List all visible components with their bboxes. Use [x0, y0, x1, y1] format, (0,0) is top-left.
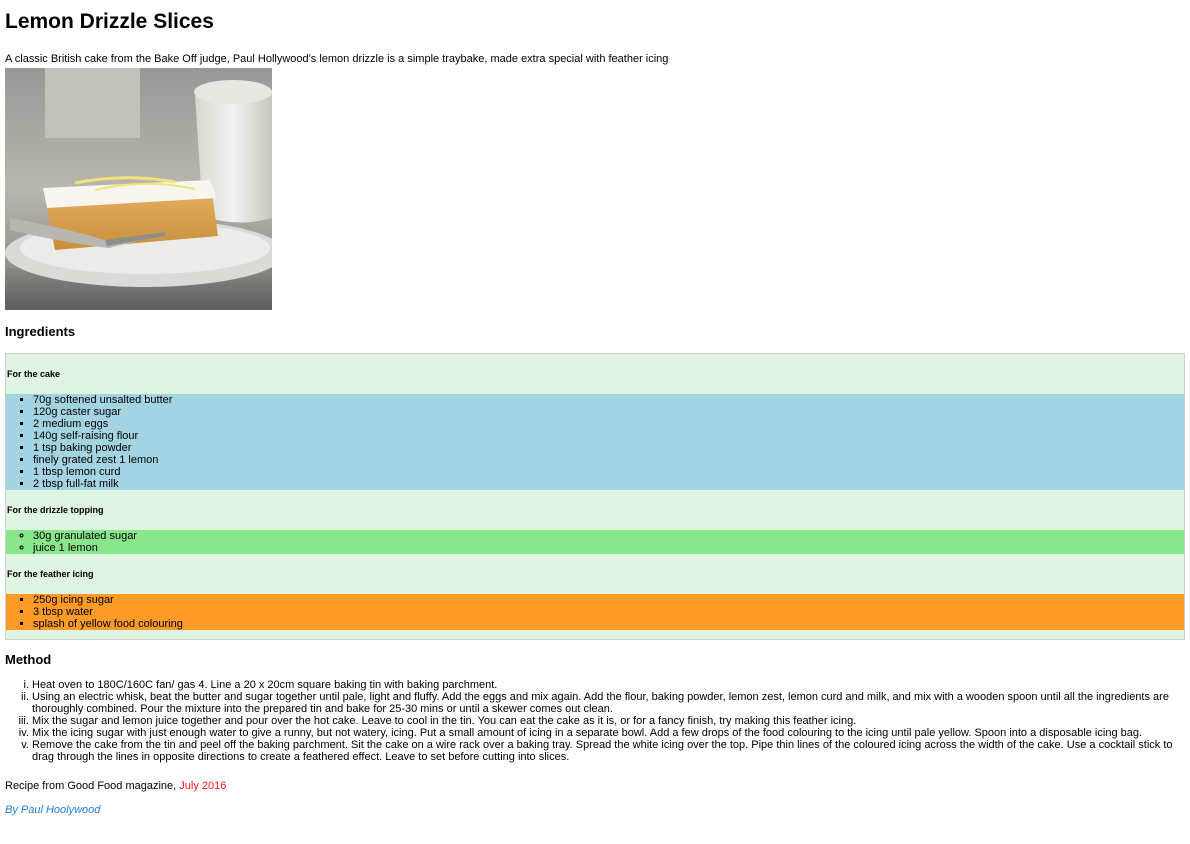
cake-ingredients-heading: For the cake: [7, 369, 61, 379]
drizzle-ingredients-list: 30g granulated sugar juice 1 lemon: [6, 530, 1184, 554]
author-byline: By Paul Hoolywood: [5, 804, 101, 816]
drizzle-ingredients-heading: For the drizzle topping: [7, 505, 104, 515]
list-item: 1 tsp baking powder: [33, 442, 1184, 454]
ingredients-box: For the cake 70g softened unsalted butte…: [5, 353, 1185, 640]
list-item: 2 medium eggs: [33, 418, 1184, 430]
recipe-intro: A classic British cake from the Bake Off…: [5, 53, 669, 65]
recipe-source: Recipe from Good Food magazine, July 201…: [5, 779, 1185, 793]
icing-ingredients-heading: For the feather icing: [7, 569, 94, 579]
recipe-page: Lemon Drizzle Slices A classic British c…: [0, 0, 1190, 817]
method-step: Using an electric whisk, beat the butter…: [32, 691, 1185, 715]
method-step: Mix the icing sugar with just enough wat…: [32, 727, 1185, 739]
list-item: 70g softened unsalted butter: [33, 394, 1184, 406]
method-step: Heat oven to 180C/160C fan/ gas 4. Line …: [32, 679, 1185, 691]
list-item: 140g self-raising flour: [33, 430, 1184, 442]
method-step: Mix the sugar and lemon juice together a…: [32, 715, 1185, 727]
source-date: July 2016: [179, 780, 227, 792]
icing-ingredients-list: 250g icing sugar 3 tbsp water splash of …: [6, 594, 1184, 630]
list-item: juice 1 lemon: [33, 542, 1184, 554]
list-item: 3 tbsp water: [33, 606, 1184, 618]
list-item: 120g caster sugar: [33, 406, 1184, 418]
method-steps-list: Heat oven to 180C/160C fan/ gas 4. Line …: [5, 679, 1185, 763]
list-item: 250g icing sugar: [33, 594, 1184, 606]
list-item: 1 tbsp lemon curd: [33, 466, 1184, 478]
list-item: 2 tbsp full-fat milk: [33, 478, 1184, 490]
method-heading: Method: [5, 652, 52, 667]
list-item: 30g granulated sugar: [33, 530, 1184, 542]
page-title: Lemon Drizzle Slices: [5, 10, 214, 33]
cake-ingredients-list: 70g softened unsalted butter 120g caster…: [6, 394, 1184, 490]
ingredients-heading: Ingredients: [5, 324, 76, 339]
list-item: splash of yellow food colouring: [33, 618, 1184, 630]
method-step: Remove the cake from the tin and peel of…: [32, 739, 1185, 763]
cake-photo: [5, 68, 272, 310]
list-item: finely grated zest 1 lemon: [33, 454, 1184, 466]
source-text: Recipe from Good Food magazine,: [5, 780, 180, 792]
